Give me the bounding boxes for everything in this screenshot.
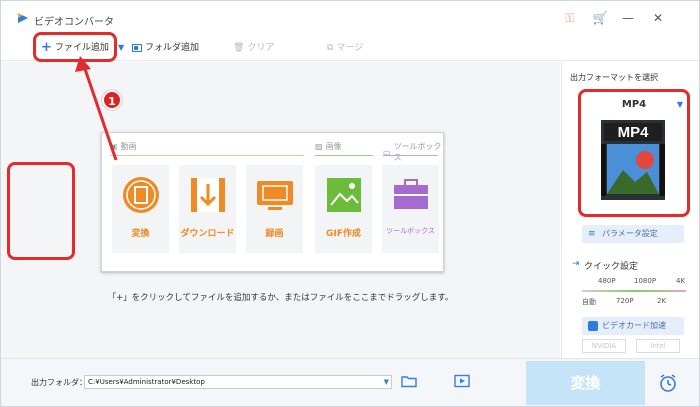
section-image-line: [315, 155, 373, 156]
video-folder-icon[interactable]: [454, 374, 470, 388]
toolbox-label: ツールボックス: [386, 227, 435, 235]
convert-label: 変換: [131, 229, 150, 239]
sliders-icon: ≡: [588, 229, 596, 239]
trash-icon: 🗑: [233, 43, 245, 53]
toolbox-icon: [394, 179, 428, 209]
nvidia-badge: NVIDIA: [582, 339, 626, 353]
right-panel: 出力フォーマットを選択 MP4 ▼ MP4 ≡ パラメータ設定 ⇥ クイック設定…: [561, 62, 699, 358]
cart-icon[interactable]: 🛒: [591, 9, 609, 27]
format-name: MP4: [621, 99, 647, 110]
download-label: ダウンロード: [180, 229, 235, 239]
drop-hint: 「+」をクリックしてファイルを追加するか、またはファイルをここまでドラッグします…: [107, 293, 454, 303]
image-gif-icon: [327, 178, 361, 212]
merge-icon: ⧉: [327, 43, 334, 53]
scale-4k: 4K: [676, 277, 686, 285]
output-path-field[interactable]: C:¥Users¥Administrator¥Desktop ▼: [84, 375, 392, 389]
tools-card: ▣ 動画 ▨ 画像 ▭ ツールボックス 変換 ダウンロード 録画 GIF作成 ツ…: [101, 132, 444, 272]
step-badge-1: 1: [102, 90, 122, 110]
add-folder-label: フォルダ追加: [145, 43, 200, 53]
section-toolbox-line: [383, 155, 438, 156]
scale-720p: 720P: [616, 297, 634, 305]
screen-record-icon: [257, 181, 293, 210]
section-toolbox-label: ツールボックス: [393, 142, 442, 162]
gpu-accel-label: ビデオカード加速: [602, 321, 666, 330]
key-icon[interactable]: ⚿: [561, 9, 579, 27]
parameter-settings-label: パラメータ設定: [602, 229, 658, 238]
alarm-clock-icon[interactable]: [658, 373, 678, 393]
quality-slider[interactable]: [582, 290, 686, 292]
record-label: 録画: [265, 229, 284, 239]
gpu-accel-button[interactable]: ビデオカード加速: [582, 317, 684, 335]
clear-label: クリア: [247, 43, 275, 53]
app-title: ビデオコンバータ: [34, 17, 114, 28]
gif-tile[interactable]: GIF作成: [315, 165, 372, 253]
title-bar: ビデオコンバータ ⚿ 🛒 — ✕: [1, 1, 699, 33]
toolbox-tile[interactable]: ツールボックス: [382, 165, 439, 253]
section-image-label: 画像: [325, 142, 342, 151]
output-path-value: C:¥Users¥Administrator¥Desktop: [88, 378, 205, 386]
open-folder-icon[interactable]: [401, 374, 417, 388]
convert-tile[interactable]: 変換: [112, 165, 169, 253]
record-tile[interactable]: 録画: [246, 165, 303, 253]
app-window: ビデオコンバータ ⚿ 🛒 — ✕ + ファイル追加 ▼ フォルダ追加 🗑 クリア…: [0, 0, 700, 407]
merge-button[interactable]: ⧉ マージ: [327, 40, 363, 56]
download-tile[interactable]: ダウンロード: [179, 165, 236, 253]
bottom-bar: 出力フォルダ： C:¥Users¥Administrator¥Desktop ▼…: [1, 358, 699, 406]
format-selector[interactable]: MP4 ▼ MP4: [578, 89, 690, 217]
path-dropdown-icon[interactable]: ▼: [384, 376, 389, 388]
section-image: ▨ 画像: [315, 141, 342, 152]
film-convert-icon: [123, 177, 159, 213]
mp4-thumb-text: MP4: [618, 124, 650, 141]
minimize-icon[interactable]: —: [619, 9, 637, 27]
quick-settings-icon: ⇥: [572, 259, 580, 269]
output-format-title: 出力フォーマットを選択: [570, 73, 658, 82]
gif-label: GIF作成: [326, 229, 361, 239]
merge-label: マージ: [336, 43, 364, 53]
folder-add-icon: [132, 44, 142, 52]
app-logo-icon: [18, 13, 28, 23]
section-toolbox: ▭ ツールボックス: [383, 141, 443, 163]
convert-button[interactable]: 変換: [526, 361, 645, 405]
quick-settings-label: クイック設定: [584, 262, 639, 272]
mp4-thumbnail-icon: MP4: [601, 120, 665, 200]
intel-badge: Intel: [636, 339, 680, 353]
download-icon: [191, 178, 225, 212]
scale-1080p: 1080P: [634, 277, 657, 285]
output-folder-label: 出力フォルダ：: [31, 378, 87, 387]
close-icon[interactable]: ✕: [649, 9, 667, 27]
image-section-icon: ▨: [315, 142, 323, 151]
section-video-line: [110, 155, 304, 156]
add-file-dropdown-icon[interactable]: ▼: [118, 40, 124, 56]
scale-480p: 480P: [598, 277, 616, 285]
parameter-settings-button[interactable]: ≡ パラメータ設定: [582, 225, 684, 243]
chip-icon: [588, 321, 598, 331]
convert-highlight: [7, 162, 75, 260]
format-dropdown-icon: ▼: [676, 100, 683, 109]
scale-auto: 自動: [582, 298, 596, 306]
clear-button[interactable]: 🗑 クリア: [233, 40, 274, 56]
pointer-arrow-icon: [75, 56, 118, 161]
add-folder-button[interactable]: フォルダ追加: [132, 40, 199, 56]
scale-2k: 2K: [657, 297, 667, 305]
